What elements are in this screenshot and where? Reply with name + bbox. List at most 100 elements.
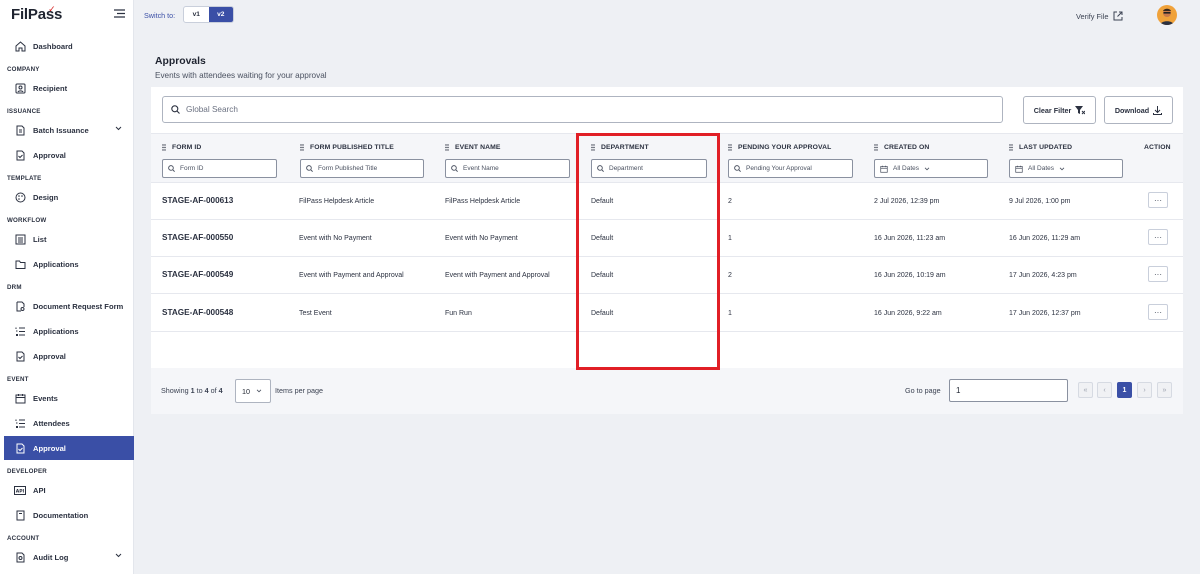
menu-collapse-icon[interactable] [114,9,125,18]
column-pending[interactable]: PENDING YOUR APPROVAL [728,144,831,151]
topbar: Switch to: v1 v2 Verify File [134,0,1200,32]
version-v2-button[interactable]: v2 [208,7,233,22]
filter-placeholder: Form ID [180,165,204,172]
download-button[interactable]: Download [1104,96,1173,124]
column-last-updated[interactable]: LAST UPDATED [1009,144,1072,151]
external-link-icon [1113,11,1123,21]
sidebar-item-batch-issuance[interactable]: Batch Issuance [4,118,134,142]
go-to-page-value: 1 [956,386,961,395]
sidebar-item-events[interactable]: Events [4,386,134,410]
clear-filter-button[interactable]: Clear Filter [1023,96,1096,124]
section-template: TEMPLATE [7,175,42,182]
sidebar-item-label: API [33,485,46,495]
sidebar-item-audit-log[interactable]: Audit Log [4,545,134,569]
sidebar-item-recipient[interactable]: Recipient [4,76,134,100]
row-action-button[interactable]: ··· [1148,229,1168,245]
drag-handle-icon[interactable] [728,144,732,151]
sidebar-item-attendees[interactable]: Attendees [4,411,134,435]
cell-form-title: FilPass Helpdesk Article [299,198,375,205]
sidebar-item-drm-applications[interactable]: Applications [4,319,134,343]
drag-handle-icon[interactable] [874,144,878,151]
items-per-page-select[interactable]: 10 [235,379,271,403]
cell-event-name: Event with No Payment [445,235,518,242]
filter-form-id-input[interactable]: Form ID [162,159,277,178]
drag-handle-icon[interactable] [445,144,449,151]
last-page-button[interactable]: » [1157,382,1172,398]
calendar-icon [880,165,888,173]
sidebar-item-list[interactable]: List [4,227,134,251]
sidebar-item-api[interactable]: API API [4,478,134,502]
column-form-id[interactable]: FORM ID [162,144,201,151]
showing-prefix: Showing [161,386,189,395]
chevron-down-icon [256,389,262,393]
sidebar-item-label: List [33,234,47,244]
palette-icon [14,191,26,203]
sidebar-item-event-approval[interactable]: Approval [4,436,134,460]
drag-handle-icon[interactable] [1009,144,1013,151]
chevron-down-icon [1059,167,1065,170]
sidebar-item-label: Dashboard [33,41,73,51]
column-event-name[interactable]: EVENT NAME [445,144,501,151]
sidebar-item-dashboard[interactable]: Dashboard [4,34,134,58]
next-page-button[interactable]: › [1137,382,1152,398]
showing-to: 4 [204,386,209,395]
cell-created-on: 2 Jul 2026, 12:39 pm [874,198,940,205]
current-page-button[interactable]: 1 [1117,382,1132,398]
showing-from: 1 [190,386,195,395]
filter-form-title-input[interactable]: Form Published Title [300,159,424,178]
sidebar-item-label: Recipient [33,83,68,93]
switch-version-label: Switch to: [144,11,176,20]
per-page-value: 10 [242,386,250,396]
global-search-input[interactable]: Global Search [162,96,1003,123]
sidebar-item-label: Applications [33,259,79,269]
document-search-icon [14,300,26,312]
column-form-title[interactable]: FORM PUBLISHED TITLE [300,144,394,151]
brand-logo[interactable]: FilPass✓ [11,4,69,23]
filter-updated-date-select[interactable]: All Dates [1009,159,1123,178]
sidebar-item-documentation[interactable]: Documentation [4,503,134,527]
folder-icon [14,258,26,270]
contact-card-icon [14,82,26,94]
book-icon [14,509,26,521]
go-to-page-input[interactable]: 1 [949,379,1068,402]
sidebar-item-document-request-form[interactable]: Document Request Form [4,294,134,318]
filter-event-name-input[interactable]: Event Name [445,159,570,178]
row-action-button[interactable]: ··· [1148,192,1168,208]
verify-file-link[interactable]: Verify File [1076,11,1123,21]
download-label: Download [1114,105,1150,115]
section-account: ACCOUNT [7,535,40,542]
sidebar-item-issuance-approval[interactable]: Approval [4,143,134,167]
previous-page-button[interactable]: ‹ [1097,382,1112,398]
chevron-down-icon [924,167,930,170]
search-icon [451,165,458,172]
search-icon [306,165,313,172]
filter-placeholder: All Dates [1028,165,1055,172]
cell-last-updated: 17 Jun 2026, 12:37 pm [1009,310,1081,317]
row-action-button[interactable]: ··· [1148,266,1168,282]
row-action-button[interactable]: ··· [1148,304,1168,320]
first-page-button[interactable]: « [1078,382,1093,398]
user-avatar[interactable] [1157,5,1177,25]
section-issuance: ISSUANCE [7,108,41,115]
column-created-on[interactable]: CREATED ON [874,144,929,151]
audit-document-icon [14,551,26,563]
filter-pending-input[interactable]: Pending Your Approval [728,159,853,178]
showing-to-word: to [196,386,203,395]
drag-handle-icon[interactable] [162,144,166,151]
sidebar-item-design[interactable]: Design [4,185,134,209]
cell-created-on: 16 Jun 2026, 9:22 am [874,310,942,317]
logo-check-icon: ✓ [48,4,56,14]
sidebar-item-label: Design [33,192,59,202]
approval-document-icon [14,442,26,454]
column-label: CREATED ON [884,144,930,151]
filter-created-date-select[interactable]: All Dates [874,159,988,178]
drag-handle-icon[interactable] [300,144,304,151]
sidebar-item-label: Approval [33,150,66,160]
sidebar-item-drm-approval[interactable]: Approval [4,344,134,368]
version-v1-button[interactable]: v1 [184,7,209,22]
home-icon [14,40,26,52]
sidebar-item-workflow-applications[interactable]: Applications [4,252,134,276]
column-label: EVENT NAME [455,144,501,151]
verify-file-label: Verify File [1076,11,1109,21]
section-company: COMPANY [7,66,40,73]
